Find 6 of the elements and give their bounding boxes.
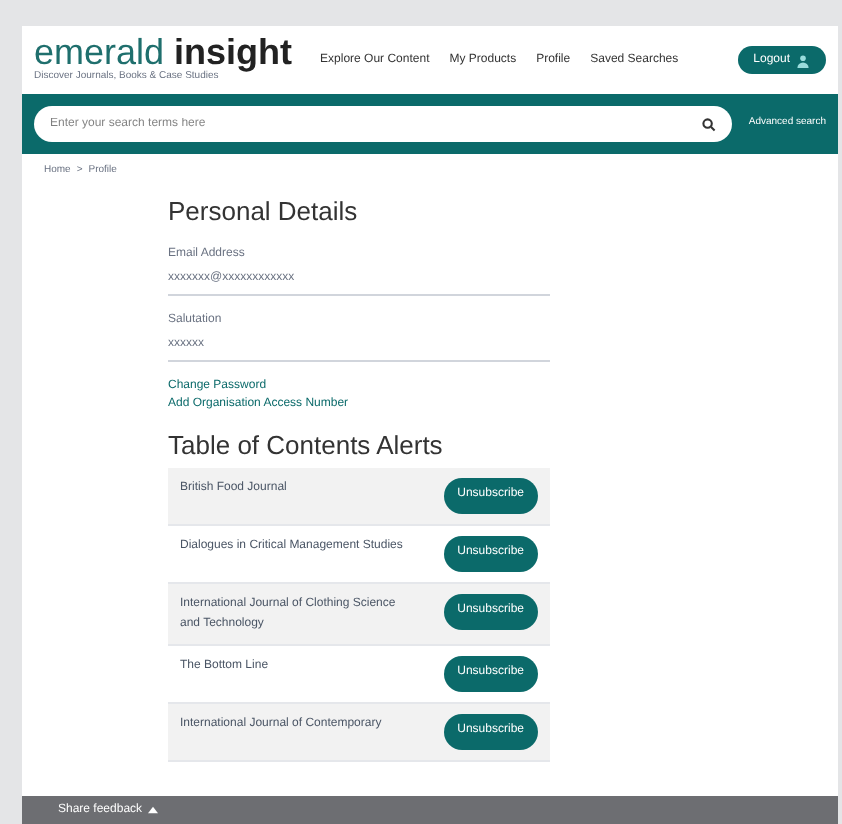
section-title: Table of Contents Alerts: [168, 428, 445, 464]
logo-text: emerald insight: [34, 34, 293, 71]
user-icon: [796, 53, 810, 67]
caret-icon: [148, 806, 159, 814]
section-title: Personal Details: [168, 193, 360, 229]
search-icon[interactable]: [702, 117, 717, 131]
